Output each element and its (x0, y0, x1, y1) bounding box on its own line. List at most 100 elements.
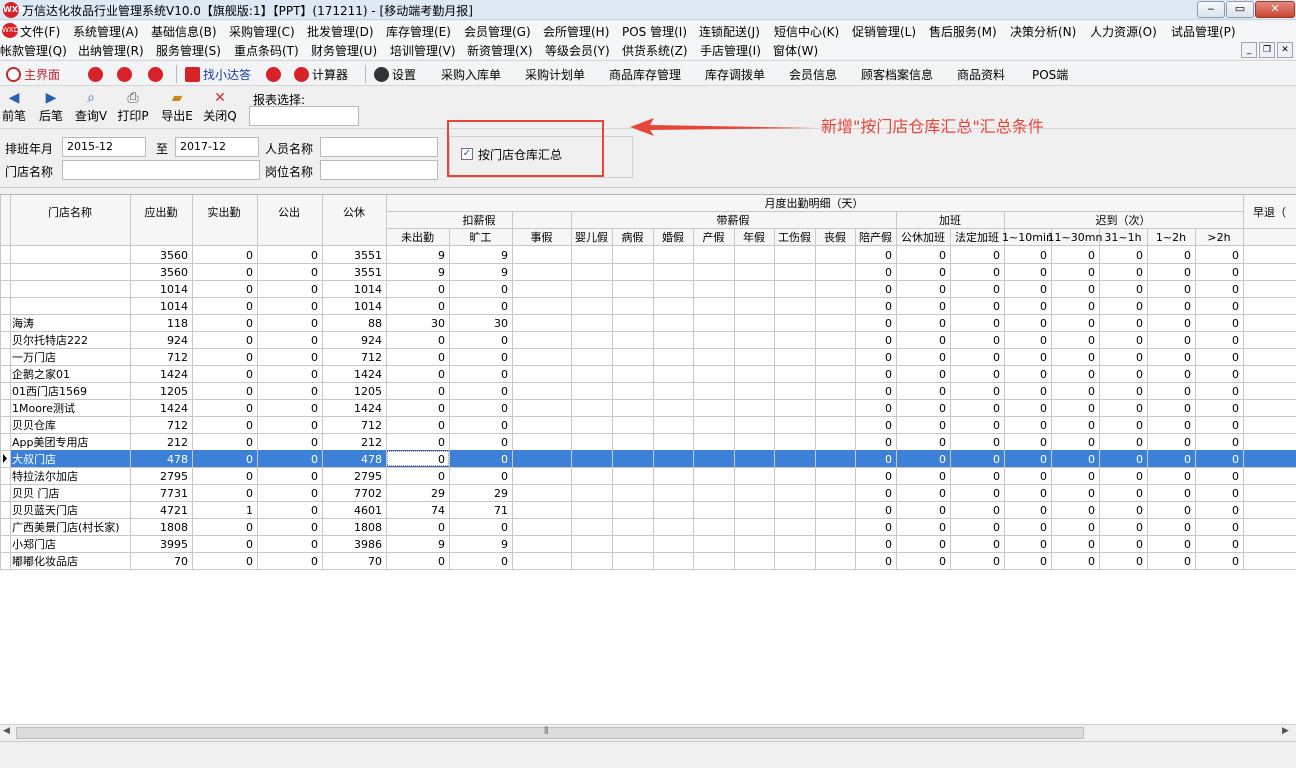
period-label: 排班年月 (5, 142, 54, 156)
menu-trial[interactable]: 试品管理(P) (1171, 23, 1236, 40)
col-due-header: 应出勤 (145, 205, 178, 219)
print-button[interactable]: ⎙ 打印P (113, 90, 153, 128)
col-actual-header: 实出勤 (208, 205, 241, 219)
data-cell: 0 (1136, 453, 1143, 466)
next-button[interactable]: ▶ 后笔 (31, 90, 71, 128)
data-cell: 0 (993, 487, 1000, 500)
calculator-shortcut[interactable]: 计算器 (294, 66, 348, 84)
menu-hr[interactable]: 人力资源(O) (1090, 23, 1157, 40)
prev-button[interactable]: ◀ 前笔 (0, 90, 34, 128)
house-shortcut[interactable] (266, 66, 284, 84)
menu-wholesale[interactable]: 批发管理(D) (307, 23, 374, 40)
data-cell: 0 (311, 402, 318, 415)
maximize-button[interactable]: ▭ (1226, 1, 1254, 18)
mdi-restore-button[interactable]: ❐ (1259, 42, 1275, 58)
store-input[interactable] (62, 160, 260, 180)
sub-header: 11~30mn (1048, 231, 1103, 244)
menu-pos[interactable]: POS 管理(I) (622, 23, 687, 40)
menu-decision[interactable]: 决策分析(N) (1010, 23, 1076, 40)
data-cell: 0 (885, 402, 892, 415)
mdi-close-button[interactable]: ✕ (1277, 42, 1293, 58)
pos-shortcut[interactable]: POS端 (1032, 66, 1068, 84)
menu-window[interactable]: 窗体(W) (773, 42, 818, 59)
scroll-left-button[interactable]: ◀ (3, 726, 10, 736)
data-cell: 0 (438, 555, 445, 568)
scroll-thumb[interactable] (16, 727, 1084, 739)
transfer-shortcut[interactable]: 库存调拨单 (705, 66, 765, 84)
store-name-cell: 贝尔托特店222 (12, 333, 88, 347)
shield-shortcut[interactable] (148, 66, 166, 84)
find-shortcut[interactable]: 找小达答 (185, 66, 251, 84)
mdi-minimize-button[interactable]: _ (1241, 42, 1257, 58)
menu-system[interactable]: 系统管理(A) (73, 23, 139, 40)
minimize-button[interactable]: ‒ (1197, 1, 1225, 18)
scroll-right-button[interactable]: ▶ (1282, 726, 1289, 736)
menu-chain-delivery[interactable]: 连锁配送(J) (699, 23, 760, 40)
position-input[interactable] (320, 160, 438, 180)
customer-file-shortcut[interactable]: 顾客档案信息 (861, 66, 933, 84)
close-button[interactable]: ✕ 关闭Q (200, 90, 240, 128)
message-shortcut[interactable] (117, 66, 135, 84)
purchase-plan-shortcut[interactable]: 采购计划单 (525, 66, 585, 84)
menu-cashier[interactable]: 出纳管理(R) (78, 42, 144, 59)
menu-purchase[interactable]: 采购管理(C) (229, 23, 295, 40)
data-cell: 0 (1088, 283, 1095, 296)
data-cell: 0 (1184, 385, 1191, 398)
menu-supply[interactable]: 供货系统(Z) (622, 42, 688, 59)
menu-level-member[interactable]: 等级会员(Y) (545, 42, 610, 59)
data-cell: 0 (1136, 487, 1143, 500)
period-from-input[interactable]: 2015-12 (62, 137, 146, 157)
menu-inventory[interactable]: 库存管理(E) (386, 23, 451, 40)
data-cell: 0 (1088, 470, 1095, 483)
data-cell: 0 (1040, 402, 1047, 415)
data-cell: 0 (939, 368, 946, 381)
menu-salary[interactable]: 新资管理(X) (467, 42, 533, 59)
store-name-cell: 广西美景门店(村长家) (12, 520, 120, 534)
data-cell: 478 (167, 453, 188, 466)
menu-aftersale[interactable]: 售后服务(M) (929, 23, 997, 40)
data-cell: 0 (885, 368, 892, 381)
menu-barcode[interactable]: 重点条码(T) (234, 42, 299, 59)
data-cell: 712 (167, 419, 188, 432)
data-cell: 1424 (160, 368, 188, 381)
export-button[interactable]: ▰ 导出E (157, 90, 197, 128)
report-select[interactable] (249, 106, 359, 126)
store-label: 门店名称 (5, 165, 54, 179)
query-button[interactable]: ⌕ 查询V (71, 90, 111, 128)
menu-service[interactable]: 服务管理(S) (156, 42, 221, 59)
menu-base-info[interactable]: 基础信息(B) (151, 23, 217, 40)
menu-member[interactable]: 会员管理(G) (464, 23, 531, 40)
close-window-button[interactable]: ✕ (1255, 1, 1295, 18)
data-cell: 0 (1040, 453, 1047, 466)
data-cell: 9 (438, 538, 445, 551)
data-cell: 0 (1232, 453, 1239, 466)
person-input[interactable] (320, 137, 438, 157)
data-cell: 71 (494, 504, 508, 517)
product-info-shortcut[interactable]: 商品资料 (957, 66, 1005, 84)
menu-training[interactable]: 培训管理(V) (390, 42, 456, 59)
menu-store[interactable]: 手店管理(I) (700, 42, 761, 59)
menu-finance[interactable]: 财务管理(U) (311, 42, 377, 59)
data-cell: 0 (1088, 266, 1095, 279)
lock-shortcut[interactable] (88, 66, 106, 84)
data-cell: 0 (501, 419, 508, 432)
period-to-input[interactable]: 2017-12 (175, 137, 259, 157)
menu-club[interactable]: 会所管理(H) (543, 23, 609, 40)
data-cell: 0 (939, 249, 946, 262)
menu-accounts[interactable]: 帐款管理(Q) (0, 42, 67, 59)
menu-file[interactable]: 文件(F) (20, 23, 60, 40)
data-cell: 0 (501, 555, 508, 568)
member-info-shortcut[interactable]: 会员信息 (789, 66, 837, 84)
data-cell: 0 (993, 419, 1000, 432)
settings-shortcut[interactable]: 设置 (374, 66, 416, 84)
sub-header: 年假 (743, 230, 765, 244)
stock-management-shortcut[interactable]: 商品库存管理 (609, 66, 681, 84)
data-cell: 1808 (354, 521, 382, 534)
data-cell: 7731 (160, 487, 188, 500)
purchase-receipt-shortcut[interactable]: 采购入库单 (441, 66, 501, 84)
data-cell: 0 (246, 487, 253, 500)
menu-promotion[interactable]: 促销管理(L) (852, 23, 916, 40)
data-cell: 0 (1184, 368, 1191, 381)
menu-sms[interactable]: 短信中心(K) (774, 23, 839, 40)
home-shortcut[interactable]: 主界面 (6, 66, 60, 84)
